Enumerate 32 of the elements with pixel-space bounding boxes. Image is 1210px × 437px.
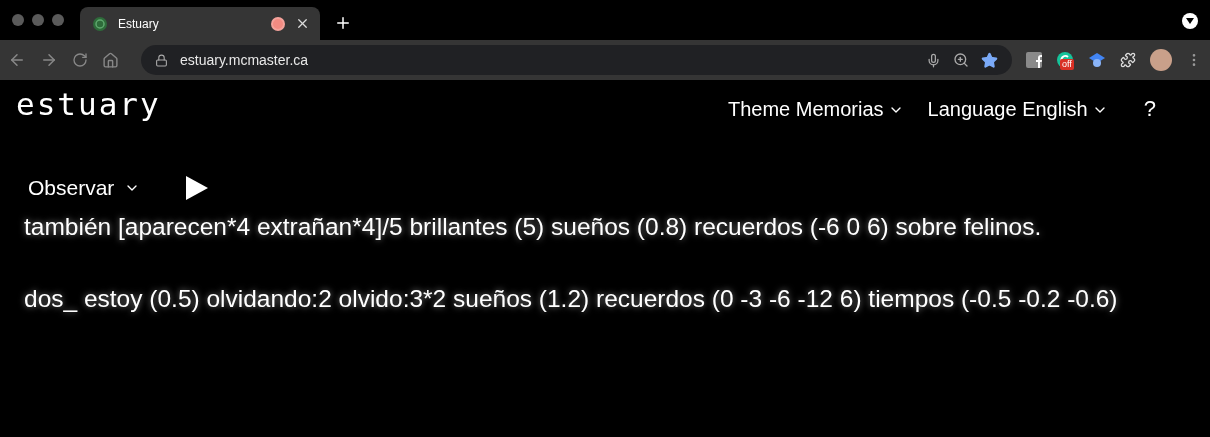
- graduation-cap-icon[interactable]: [1088, 51, 1106, 69]
- window-zoom-button[interactable]: [52, 14, 64, 26]
- new-tab-icon[interactable]: [334, 14, 352, 32]
- home-icon[interactable]: [102, 51, 119, 69]
- facebook-icon[interactable]: [1026, 52, 1042, 68]
- logo: estuary: [16, 88, 162, 120]
- star-icon[interactable]: [981, 51, 998, 69]
- code-line: dos_ estoy (0.5) olvidando:2 olvido:3*2 sueños (1.2) recuerdos (0 -3 -6 -12 6) tiempos (-0.5 -0.2 -0.6): [24, 284, 1119, 314]
- tab-search-icon[interactable]: [1182, 13, 1198, 29]
- close-icon[interactable]: [295, 16, 310, 31]
- spiral-icon: [92, 15, 108, 32]
- zoom-icon[interactable]: [953, 52, 969, 68]
- forward-icon[interactable]: [40, 51, 58, 69]
- window-minimize-button[interactable]: [32, 14, 44, 26]
- reload-icon[interactable]: [72, 52, 88, 68]
- lock-icon: [155, 53, 168, 67]
- avatar[interactable]: [1150, 49, 1172, 71]
- nav-dropdown[interactable]: Theme Memorias: [728, 98, 904, 121]
- mode-dropdown[interactable]: Observar: [28, 176, 141, 200]
- url-text: estuary.mcmaster.ca: [180, 52, 310, 68]
- browser-tab[interactable]: Estuary: [80, 7, 320, 40]
- nav-dropdown[interactable]: Language English: [927, 98, 1108, 121]
- window-close-button[interactable]: [12, 14, 24, 26]
- help-button[interactable]: ?: [1143, 96, 1156, 122]
- tab-title: Estuary: [118, 16, 160, 31]
- play-button[interactable]: [186, 176, 209, 200]
- off-badge: off: [1060, 59, 1074, 70]
- puzzle-icon[interactable]: [1120, 52, 1136, 68]
- address-bar[interactable]: estuary.mcmaster.ca: [141, 45, 1012, 75]
- microphone-icon[interactable]: [926, 52, 941, 68]
- code-line: también [aparecen*4 extrañan*4]/5 brillantes (5) sueños (0.8) recuerdos (-6 0 6) sobre felinos.: [24, 212, 1043, 242]
- back-icon[interactable]: [8, 51, 26, 69]
